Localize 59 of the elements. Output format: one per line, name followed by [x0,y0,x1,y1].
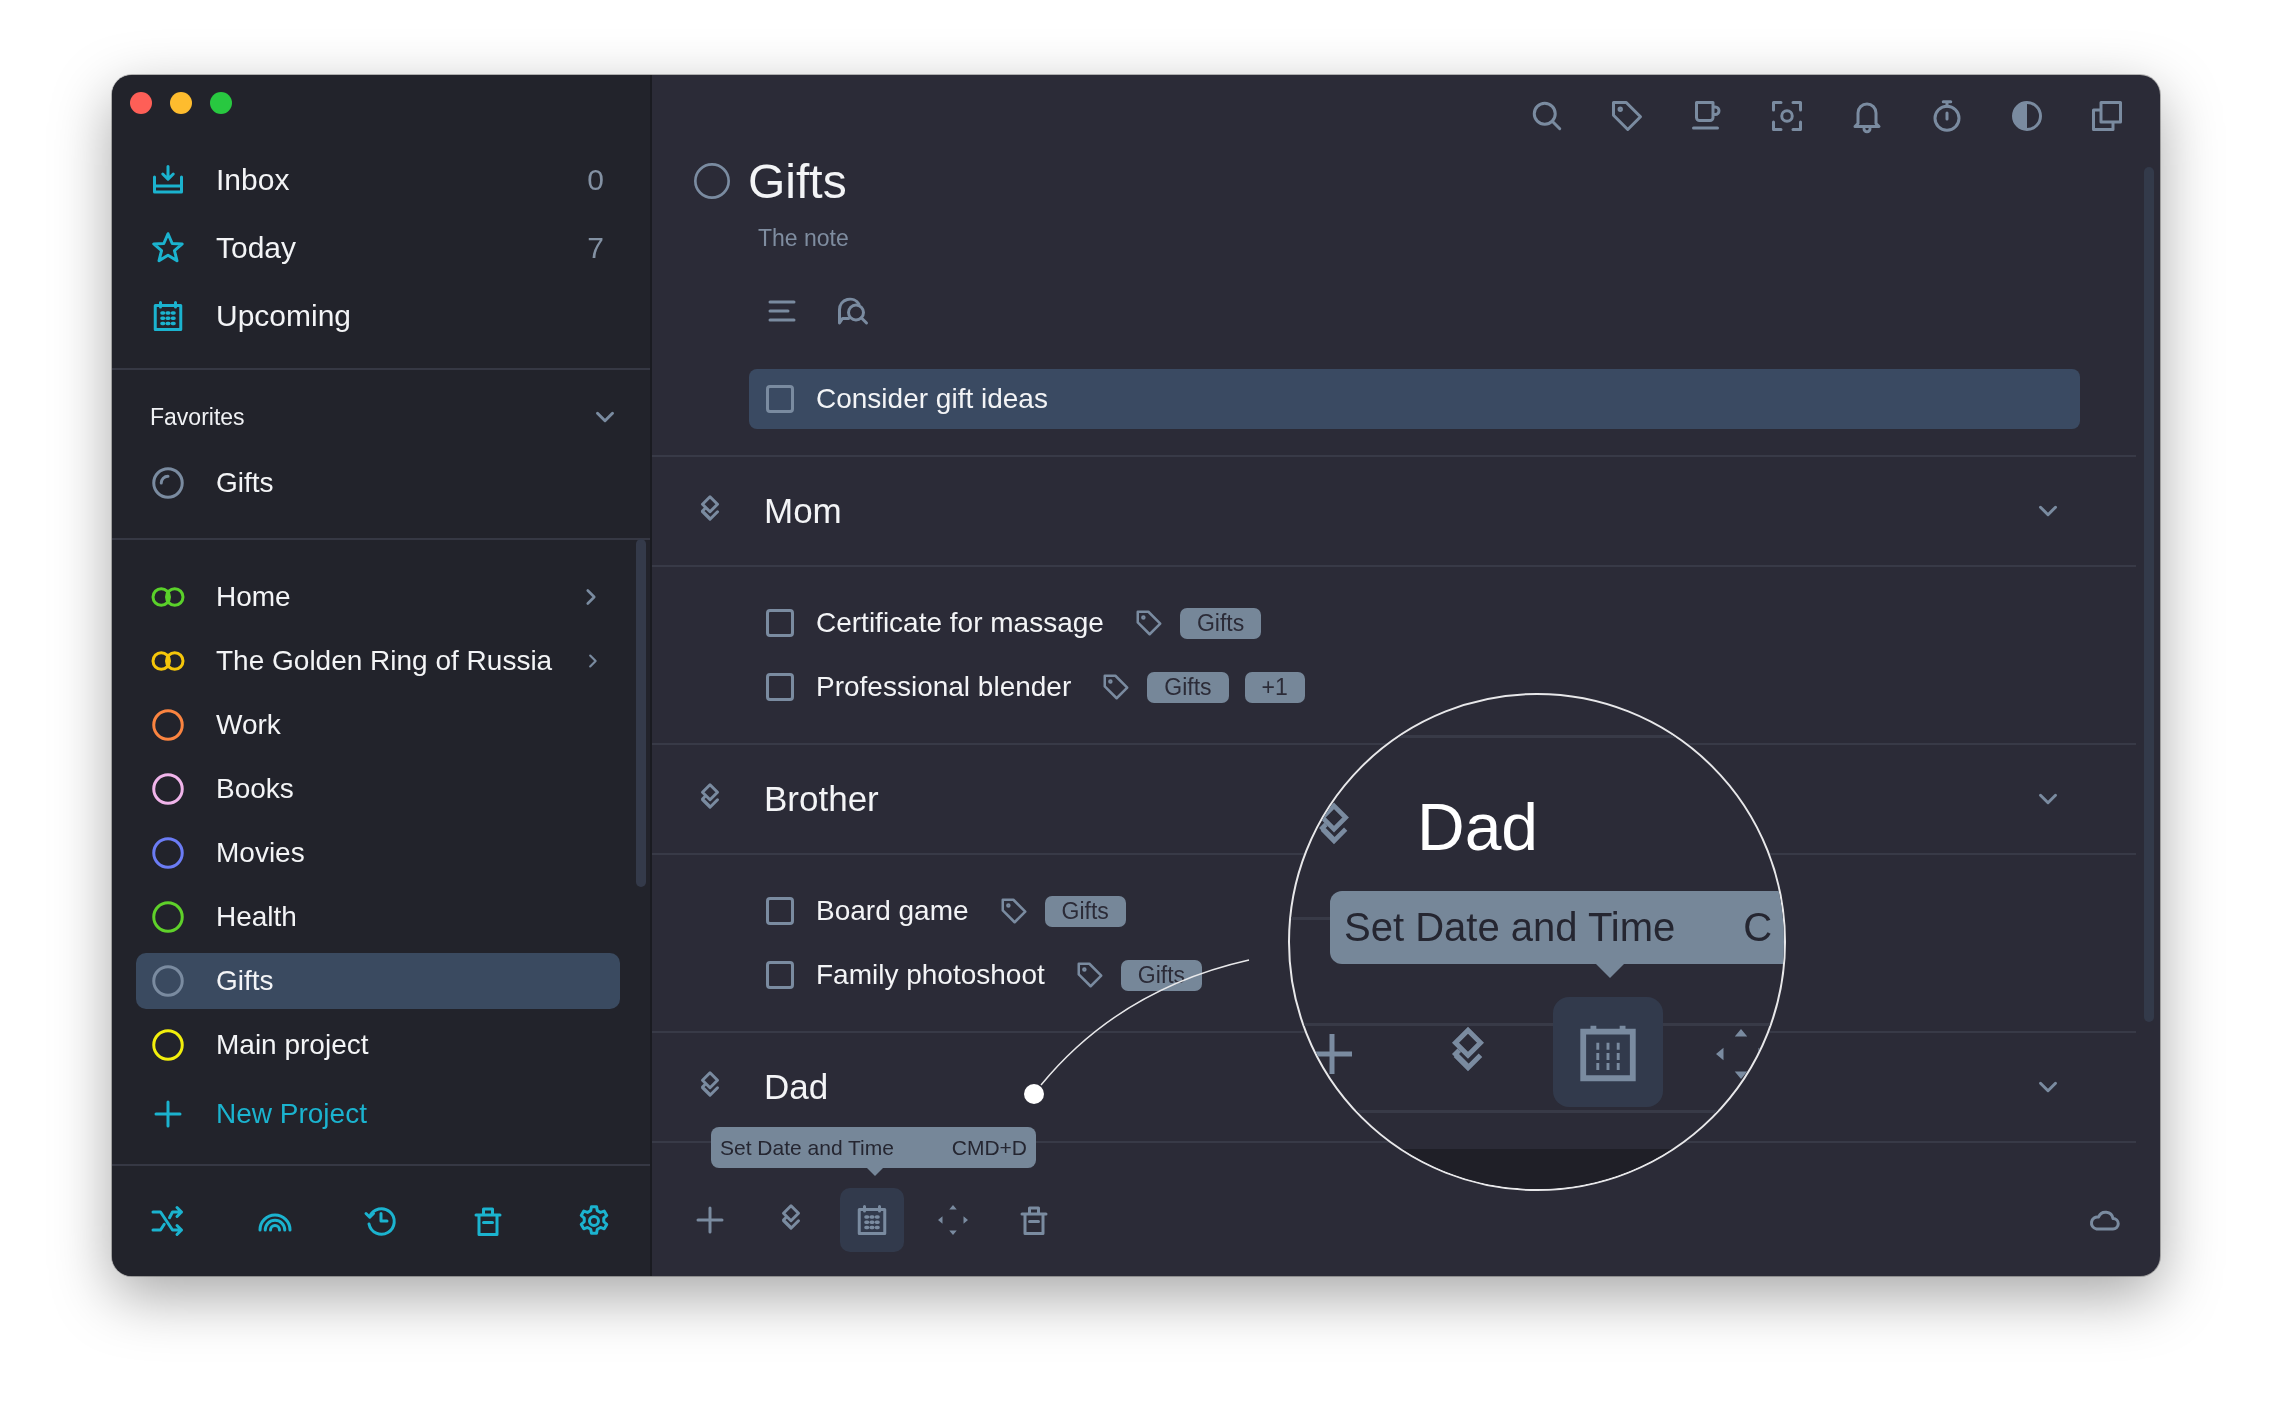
checkbox[interactable] [766,673,794,701]
sidebar-item[interactable]: Today 7 [136,220,620,276]
tag-chip[interactable]: +1 [1244,671,1305,703]
project-ring-icon [692,161,732,201]
task-row[interactable]: Certificate for massage Gifts [652,591,1278,655]
project-title: Gifts [748,153,847,209]
tag-icon [1101,672,1132,702]
project-item[interactable]: Home [136,569,620,625]
project-item[interactable]: Work [136,697,620,753]
project-item[interactable]: The Golden Ring of Russia [136,633,620,689]
shuffle-icon[interactable] [150,1203,186,1239]
tag-chip[interactable]: Gifts [1179,607,1262,639]
section-title: Dad [764,1067,829,1107]
task-label: Consider gift ideas [816,383,1048,415]
sidebar-item[interactable]: Inbox 0 [136,152,620,208]
tag-icon[interactable] [1609,98,1645,134]
tag-chip[interactable]: Gifts [1147,671,1229,703]
new-project-button[interactable]: New Project [136,1086,620,1142]
checkbox[interactable] [766,609,794,637]
sidebar-item[interactable]: Gifts [136,455,620,511]
task-row[interactable]: Consider gift ideas [749,369,2080,429]
tag-chip[interactable]: Gifts [1044,895,1126,927]
task-label: Family photoshoot [816,959,1045,991]
checkbox[interactable] [766,897,794,925]
task-row[interactable]: Professional blender Gifts +1 [652,655,1321,719]
checkbox[interactable] [766,961,794,989]
copy-icon[interactable] [2089,98,2125,134]
section-title: Dad [1417,789,1539,865]
minimize-button[interactable] [170,92,192,114]
item-count: 7 [587,231,604,265]
task-label: Certificate for massage [816,607,1104,639]
section-title: Mom [764,491,842,531]
item-count: 0 [587,163,604,197]
section-heading: Favorites [150,403,245,431]
project-item[interactable]: Movies [136,825,620,881]
project-item[interactable]: Books [136,761,620,817]
project-note: The note [758,224,850,252]
project-item[interactable]: Health [136,889,620,945]
scrollbar[interactable] [636,539,646,887]
task-label: Professional blender [816,671,1072,703]
tag-chip[interactable]: Gifts [1120,959,1203,991]
focus-icon[interactable] [1769,98,1805,134]
project-item[interactable]: Main project [136,1017,620,1073]
checkbox[interactable] [766,385,794,413]
keyboard-shortcut: CMD+D [951,1135,1027,1160]
task-row[interactable]: Family photoshoot Gifts [652,943,1219,1007]
task-label: Board game [816,895,969,927]
pointer-dot [1024,1084,1044,1104]
date-button[interactable] [840,1188,904,1252]
tooltip-label: Set Date and Time [720,1135,894,1160]
contrast-icon[interactable] [2009,98,2045,134]
project-item[interactable]: Gifts [136,953,620,1009]
zoom-button[interactable] [210,92,232,114]
task-row[interactable]: Board game Gifts [652,879,1142,943]
close-button[interactable] [130,92,152,114]
keyboard-shortcut: C [1743,905,1773,950]
section-title: Brother [764,779,879,819]
tooltip-label: Set Date and Time [1344,905,1676,950]
sidebar-item[interactable]: Upcoming [136,288,620,344]
